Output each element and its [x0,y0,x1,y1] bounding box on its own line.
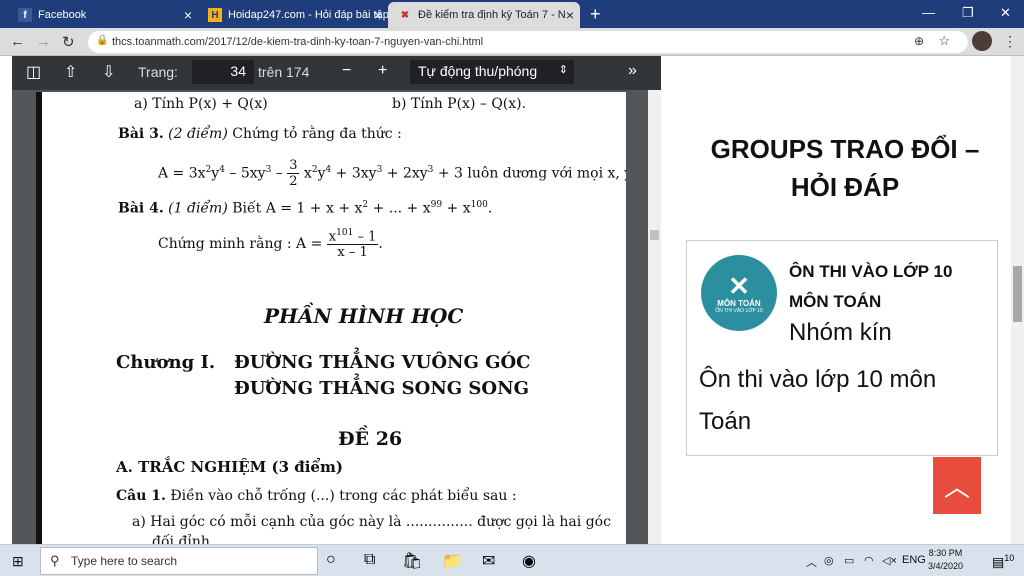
tab-facebook[interactable]: f Facebook × [8,2,198,28]
group-card[interactable]: ✕ MÔN TOÁN ÔN THI VÀO LỚP 10 ÔN THI VÀO … [686,240,998,456]
lock-icon: 🔒 [96,35,109,46]
chapter-title: ĐƯỜNG THẲNG VUÔNG GÓC [234,352,531,373]
zoom-mode-select[interactable]: Tự động thu/phóng ⇕ [410,60,574,84]
tab-close-icon[interactable]: × [374,7,382,23]
hoidap-icon: H [208,8,222,22]
windows-taskbar: ⊞ ⚲ Type here to search ○ ⧉ 🛍 📁 ✉ ◉ ︿ ◎ … [0,544,1024,576]
address-bar-row: ← → ↻ 🔒 thcs.toanmath.com/2017/12/de-kie… [0,28,1024,56]
group-description: Ôn thi vào lớp 10 môn Toán [699,366,937,435]
file-explorer-icon[interactable]: 📁 [442,551,462,571]
next-page-icon[interactable]: ⇩ [102,62,115,82]
sidebar-toggle-icon[interactable]: ◫ [26,62,41,82]
store-icon[interactable]: 🛍 [402,551,422,571]
page-scrollbar[interactable] [1011,56,1024,544]
wifi-icon[interactable]: ◠ [864,554,874,567]
task-view-icon[interactable]: ⧉ [364,551,375,569]
doc-line: b) Tính P(x) – Q(x). [392,96,527,112]
chevron-updown-icon: ⇕ [558,64,568,76]
close-window-icon[interactable]: ✕ [1000,5,1011,21]
zoom-out-button[interactable]: − [342,62,351,80]
language-indicator[interactable]: ENG [902,554,926,566]
groups-title: GROUPS TRAO ĐỔI – HỎI ĐÁP [710,134,980,202]
previous-page-icon[interactable]: ⇧ [64,62,77,82]
tab-toanmath[interactable]: ✖ Đề kiểm tra định kỳ Toán 7 - Ngu × [388,2,580,28]
chapter-label: Chương I. [116,352,216,373]
clock[interactable]: 8:30 PM 3/4/2020 [928,547,963,573]
minimize-icon[interactable]: — [922,5,935,20]
restore-icon[interactable]: ❐ [962,5,974,21]
tray-chevron-icon[interactable]: ︿ [806,554,817,570]
pencil-ruler-icon: ✕ [728,270,750,301]
part-heading: A. TRẮC NGHIỆM (3 điểm) [116,458,343,476]
reload-icon[interactable]: ↻ [62,33,75,51]
question-line: Câu 1. Điền vào chỗ trống (...) trong cá… [116,488,517,504]
question-option: a) Hai góc có mỗi cạnh của góc này là ..… [132,514,611,530]
doc-line: a) Tính P(x) + Q(x) [134,96,268,112]
bai3-formula: A = 3x2y4 – 5xy3 – 32 x2y4 + 3xy3 + 2xy3… [158,158,626,189]
tray-app-icon[interactable]: ◎ [824,554,834,567]
facebook-icon: f [18,8,32,22]
tab-close-icon[interactable]: × [184,7,192,23]
search-placeholder: Type here to search [71,554,178,568]
scroll-to-top-button[interactable]: ︿ [933,457,981,514]
url-field[interactable]: 🔒 thcs.toanmath.com/2017/12/de-kiem-tra-… [88,31,968,53]
exam-number: ĐỀ 26 [338,428,403,450]
search-icon: ⚲ [50,553,60,568]
toanmath-icon: ✖ [400,9,410,21]
tab-hoidap[interactable]: H Hoidap247.com - Hỏi đáp bài tập × [198,2,388,28]
group-type: Nhóm kín [789,319,892,346]
cortana-icon[interactable]: ○ [326,551,336,569]
page-number-input[interactable]: 34 [192,60,254,84]
menu-icon[interactable]: ⋮ [1003,33,1017,50]
question-option: đối đỉnh. [152,534,215,544]
forward-icon[interactable]: → [36,33,51,50]
page-total: trên 174 [258,64,310,80]
chapter-title: ĐƯỜNG THẲNG SONG SONG [234,378,529,399]
zoom-icon[interactable]: ⊕ [914,34,924,48]
notification-count: 10 [1004,553,1015,563]
bookmark-star-icon[interactable]: ☆ [938,33,950,49]
page-label: Trang: [138,64,178,80]
new-tab-button[interactable]: + [590,4,601,25]
pdf-page: a) Tính P(x) + Q(x) b) Tính P(x) – Q(x).… [36,92,626,544]
tab-title: Facebook [38,9,87,21]
zoom-in-button[interactable]: + [378,62,387,80]
taskbar-search-input[interactable]: ⚲ Type here to search [40,547,318,575]
browser-tab-bar: f Facebook × H Hoidap247.com - Hỏi đáp b… [0,0,1024,28]
zoom-mode-value: Tự động thu/phóng [418,63,538,79]
pdf-scrollbar[interactable] [648,90,661,544]
mail-icon[interactable]: ✉ [482,551,495,571]
tab-title: Đề kiểm tra định kỳ Toán 7 - Ngu [418,9,566,21]
group-logo: ✕ MÔN TOÁN ÔN THI VÀO LỚP 10 [701,255,777,331]
url-text: thcs.toanmath.com/2017/12/de-kiem-tra-di… [112,36,484,48]
pdf-toolbar: ◫ ⇧ ⇩ Trang: 34 trên 174 − + Tự động thu… [12,56,661,90]
bai3-line: Bài 3. (2 điểm) Chứng tỏ rằng đa thức : [118,126,402,142]
battery-icon[interactable]: ▭ [844,554,854,567]
pdf-viewer: ◫ ⇧ ⇩ Trang: 34 trên 174 − + Tự động thu… [12,56,661,544]
windows-start-icon[interactable]: ⊞ [12,553,24,570]
bai4-line: Bài 4. (1 điểm) Biết A = 1 + x + x2 + ..… [118,200,493,217]
chevron-up-icon: ︿ [943,472,970,502]
back-icon[interactable]: ← [10,33,25,50]
prove-line: Chứng minh rằng : A = x101 – 1x – 1. [158,228,383,261]
notification-icon[interactable]: ▤10 [992,553,1014,570]
more-tools-icon[interactable]: » [628,62,637,80]
volume-icon[interactable]: ◁× [882,554,897,567]
avatar[interactable] [972,31,992,51]
group-name[interactable]: ÔN THI VÀO LỚP 10 MÔN TOÁN [789,257,952,317]
tab-title: Hoidap247.com - Hỏi đáp bài tập [228,9,388,21]
chrome-icon[interactable]: ◉ [522,551,536,571]
section-heading: PHẦN HÌNH HỌC [264,304,464,328]
tab-close-icon[interactable]: × [566,7,574,23]
